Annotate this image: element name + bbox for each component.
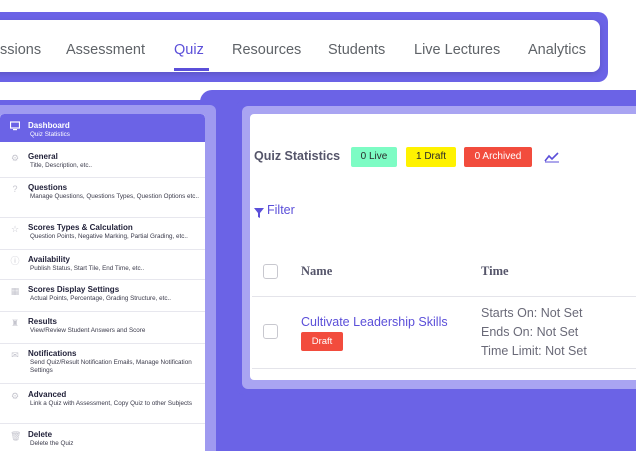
tab-assessment[interactable]: Assessment <box>66 42 145 62</box>
select-all-checkbox[interactable] <box>263 264 278 279</box>
grid-icon: ▦ <box>10 286 20 296</box>
table-divider <box>252 296 636 297</box>
sidebar-item-results[interactable]: ♜ Results View/Review Student Answers an… <box>0 312 205 344</box>
sidebar-item-advanced[interactable]: ⚙ Advanced Link a Quiz with Assessment, … <box>0 384 205 424</box>
active-tab-indicator <box>174 68 209 71</box>
star-icon: ☆ <box>10 224 20 234</box>
trash-icon: 🗑 <box>10 431 22 441</box>
filter-button[interactable]: Filter <box>267 203 295 217</box>
sidebar-item-delete[interactable]: 🗑 Delete Delete the Quiz <box>0 424 205 451</box>
monitor-icon <box>9 121 21 131</box>
sidebar-item-subtitle: Send Quiz/Result Notification Emails, Ma… <box>30 359 192 374</box>
sidebar-item-title: General <box>28 152 58 161</box>
sidebar-item-availability[interactable]: ⓘ Availability Publish Status, Start Til… <box>0 250 205 280</box>
sidebar-item-scores-display[interactable]: ▦ Scores Display Settings Actual Points,… <box>0 280 205 312</box>
ends-on-text: Ends On: Not Set <box>481 325 579 339</box>
starts-on-text: Starts On: Not Set <box>481 306 583 320</box>
sidebar-item-title: Delete <box>28 430 53 439</box>
trophy-icon: ♜ <box>10 318 20 328</box>
row-checkbox[interactable] <box>263 324 278 339</box>
sidebar-item-subtitle: View/Review Student Answers and Score <box>30 327 146 334</box>
column-header-name[interactable]: Name <box>301 264 332 279</box>
sidebar-item-title: Dashboard <box>28 121 70 130</box>
filter-icon[interactable] <box>254 205 264 218</box>
tab-analytics[interactable]: Analytics <box>528 42 586 62</box>
sidebar-item-title: Results <box>28 317 57 326</box>
status-badge: Draft <box>301 332 343 351</box>
live-count-badge[interactable]: 0 Live <box>351 147 397 167</box>
time-limit-text: Time Limit: Not Set <box>481 344 587 358</box>
sidebar-item-dashboard[interactable]: Dashboard Quiz Statistics <box>0 114 205 142</box>
info-icon: ⓘ <box>10 256 20 266</box>
column-header-time[interactable]: Time <box>481 264 509 279</box>
archived-count-badge[interactable]: 0 Archived <box>464 147 532 167</box>
sidebar-item-subtitle: Actual Points, Percentage, Grading Struc… <box>30 295 172 302</box>
cogs-icon: ⚙ <box>10 391 20 401</box>
chart-icon[interactable] <box>544 150 560 163</box>
tab-resources[interactable]: Resources <box>232 42 301 62</box>
tab-students[interactable]: Students <box>328 42 385 62</box>
envelope-icon: ✉ <box>11 350 19 360</box>
sidebar: Dashboard Quiz Statistics ⚙ General Titl… <box>0 114 205 451</box>
tab-sessions[interactable]: ssions <box>0 42 41 62</box>
table-divider <box>252 368 636 369</box>
sidebar-item-subtitle: Title, Description, etc.. <box>30 162 93 169</box>
sidebar-item-subtitle: Quiz Statistics <box>30 131 70 138</box>
sidebar-item-subtitle: Question Points, Negative Marking, Parti… <box>30 233 188 240</box>
sidebar-item-title: Notifications <box>28 349 77 358</box>
sidebar-item-subtitle: Publish Status, Start Tile, End Time, et… <box>30 265 145 272</box>
sidebar-item-title: Advanced <box>28 390 67 399</box>
quiz-statistics-title: Quiz Statistics <box>254 149 341 163</box>
draft-count-badge[interactable]: 1 Draft <box>406 147 456 167</box>
sidebar-item-scores-types[interactable]: ☆ Scores Types & Calculation Question Po… <box>0 218 205 250</box>
sidebar-item-notifications[interactable]: ✉ Notifications Send Quiz/Result Notific… <box>0 344 205 384</box>
tab-quiz[interactable]: Quiz <box>174 42 204 62</box>
sidebar-item-questions[interactable]: ? Questions Manage Questions, Questions … <box>0 178 205 218</box>
quiz-name-link[interactable]: Cultivate Leadership Skills <box>301 315 448 329</box>
question-icon: ? <box>12 184 18 194</box>
sidebar-item-subtitle: Link a Quiz with Assessment, Copy Quiz t… <box>30 400 193 407</box>
sidebar-item-title: Questions <box>28 183 68 192</box>
gear-icon: ⚙ <box>10 153 20 163</box>
sidebar-item-subtitle: Manage Questions, Questions Types, Quest… <box>30 193 199 200</box>
sidebar-item-general[interactable]: ⚙ General Title, Description, etc.. <box>0 148 205 178</box>
tab-live-lectures[interactable]: Live Lectures <box>414 42 500 62</box>
sidebar-item-title: Scores Display Settings <box>28 285 120 294</box>
sidebar-item-subtitle: Delete the Quiz <box>30 440 74 447</box>
sidebar-item-title: Availability <box>28 255 70 264</box>
sidebar-item-title: Scores Types & Calculation <box>28 223 133 232</box>
